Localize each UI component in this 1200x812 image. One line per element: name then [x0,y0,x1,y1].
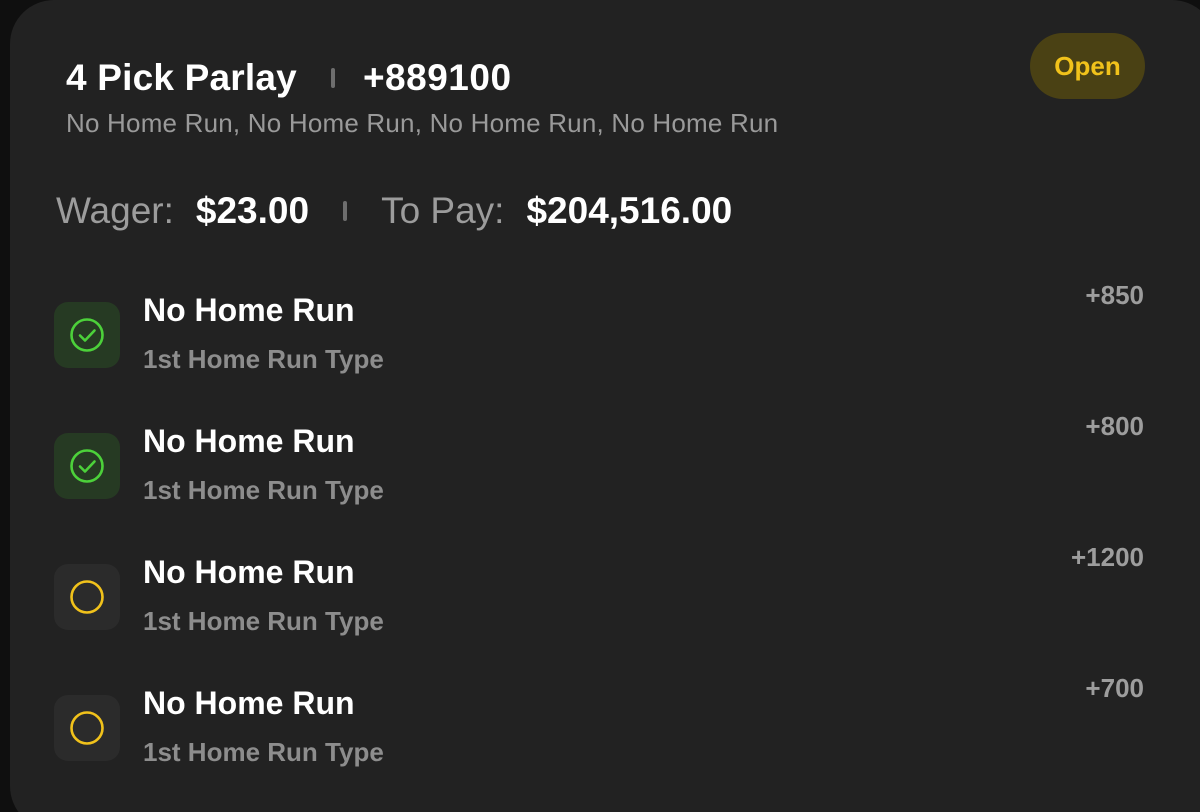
wager-value: $23.00 [195,190,310,231]
leg-market: 1st Home Run Type [143,475,384,505]
leg-market: 1st Home Run Type [143,344,384,374]
header-divider [330,68,335,88]
leg-row[interactable]: No Home Run 1st Home Run Type +800 [0,411,1200,519]
leg-selection: No Home Run [143,423,355,459]
leg-status-box [54,302,120,368]
leg-selection: No Home Run [143,685,355,721]
total-odds: +889100 [362,57,512,98]
leg-status-box [54,695,120,761]
leg-row[interactable]: No Home Run 1st Home Run Type +850 [0,280,1200,388]
empty-circle-icon [70,580,104,614]
check-circle-icon [70,449,104,483]
check-circle-icon [70,318,104,352]
bet-header: 4 Pick Parlay +889100 [66,56,512,100]
empty-circle-icon [70,711,104,745]
leg-status-box [54,564,120,630]
leg-odds: +1200 [1070,542,1144,572]
bet-title: 4 Pick Parlay [66,57,297,98]
to-pay-value: $204,516.00 [526,190,733,231]
payout-divider [343,201,348,221]
leg-row[interactable]: No Home Run 1st Home Run Type +1200 [0,542,1200,650]
leg-selection: No Home Run [143,292,355,328]
payout-row: Wager: $23.00 To Pay: $204,516.00 [56,186,732,236]
leg-market: 1st Home Run Type [143,737,384,767]
leg-odds: +700 [1085,673,1144,703]
leg-row[interactable]: No Home Run 1st Home Run Type +700 [0,673,1200,781]
to-pay-label: To Pay: [381,190,505,231]
bet-subtitle: No Home Run, No Home Run, No Home Run, N… [66,108,779,138]
leg-status-box [54,433,120,499]
status-badge: Open [1030,33,1145,99]
leg-odds: +850 [1085,280,1144,310]
leg-selection: No Home Run [143,554,355,590]
wager-label: Wager: [56,190,174,231]
leg-odds: +800 [1085,411,1144,441]
leg-market: 1st Home Run Type [143,606,384,636]
